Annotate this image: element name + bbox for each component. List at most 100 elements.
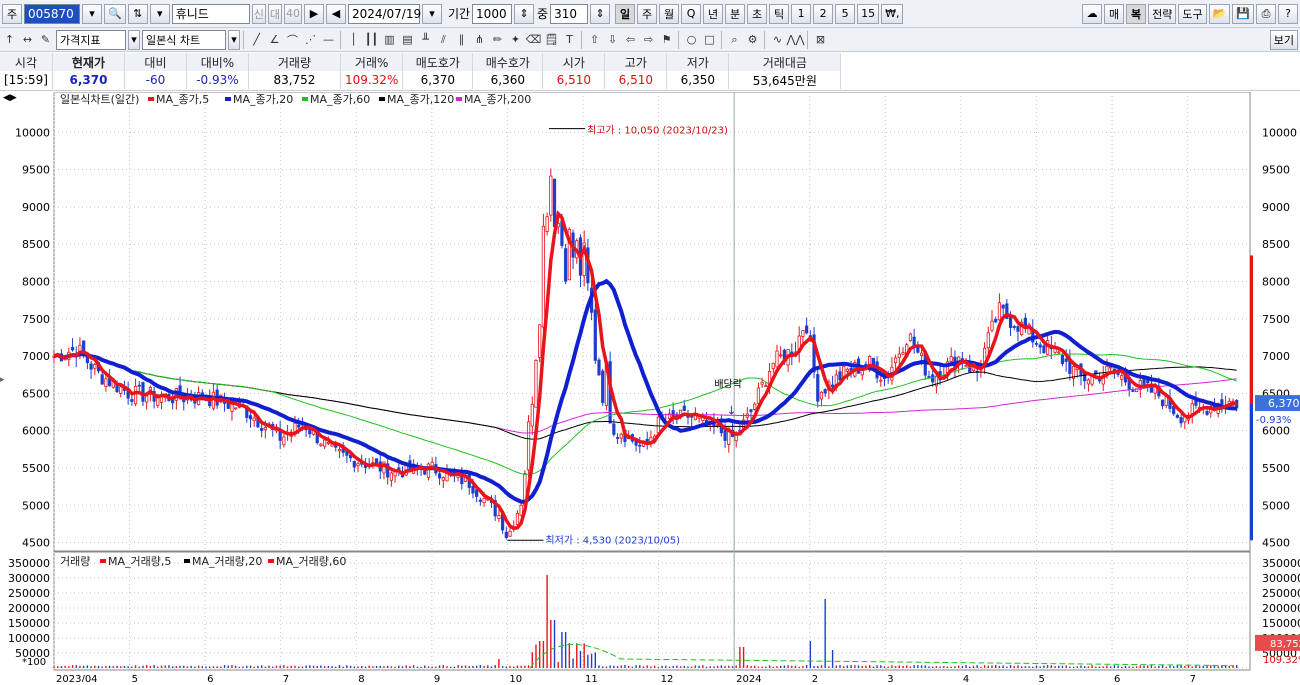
magic-icon[interactable]: ✦ — [507, 31, 524, 49]
date-input[interactable]: 2024/07/19 — [347, 3, 421, 24]
fibonacci-icon[interactable]: ▥ — [381, 31, 398, 49]
parallel-icon[interactable]: ∥ — [453, 31, 470, 49]
indicator-chevron-icon[interactable]: ▾ — [128, 29, 140, 50]
flag-icon[interactable]: ⚑ — [658, 31, 675, 49]
arc-icon[interactable]: ⌒ — [284, 31, 301, 49]
period-button-4[interactable]: 년 — [703, 3, 724, 24]
price-tick-label-right: 9000 — [1262, 201, 1290, 214]
x-axis-label: 12 — [661, 674, 674, 682]
fan-icon[interactable]: ⋰ — [302, 31, 319, 49]
quote-value-4: 83,752 — [248, 71, 341, 89]
cycle-lines-icon[interactable]: ╨ — [417, 31, 434, 49]
period-button-3[interactable]: Q — [681, 3, 702, 24]
market-button[interactable]: 주 — [2, 3, 22, 24]
period-button-7[interactable]: 틱 — [769, 3, 790, 24]
arrow-right-box-icon[interactable]: ⇨ — [640, 31, 657, 49]
save-icon[interactable]: 💾 — [1232, 3, 1254, 24]
vertical-line-icon[interactable]: │ — [345, 31, 362, 49]
arrow-down-box-icon[interactable]: ⇩ — [604, 31, 621, 49]
period-button-5[interactable]: 분 — [725, 3, 746, 24]
period-button-8[interactable]: 1 — [791, 3, 812, 24]
volume-tick-label-left: 250000 — [8, 587, 50, 600]
close-box-icon[interactable]: ⊠ — [812, 31, 829, 49]
chart-type-select[interactable]: 일본식 차트 — [142, 29, 226, 50]
stock-code-input[interactable]: 005870 — [24, 3, 80, 24]
chart-area[interactable]: ◀▶ ▸ 4500 4500 5000 5000 5500 5500 6000 6000 6500 6… — [0, 91, 1300, 685]
period-spinner-icon[interactable]: ⇕ — [514, 3, 535, 24]
range-bar-down — [1250, 403, 1253, 541]
arrow-up-box-icon[interactable]: ⇧ — [586, 31, 603, 49]
period-button-0[interactable]: 일 — [615, 3, 636, 24]
zoom-icon[interactable]: ⌕ — [726, 31, 743, 49]
circle-icon[interactable]: ○ — [683, 31, 700, 49]
tools-button[interactable]: 도구 — [1178, 3, 1207, 24]
price-tick-label-left: 6000 — [22, 425, 50, 438]
right-button-2[interactable]: 복 — [1126, 3, 1147, 24]
help-icon[interactable]: ? — [1278, 3, 1298, 24]
zigzag-icon[interactable]: ⋀⋀ — [786, 31, 804, 49]
code-dropdown-chevron-icon[interactable]: ▾ — [82, 3, 102, 24]
table-icon[interactable]: ▤ — [399, 31, 416, 49]
open-folder-icon[interactable]: 📂 — [1208, 3, 1231, 24]
rectangle-icon[interactable]: □ — [701, 31, 718, 49]
channel-icon[interactable]: ⫽ — [435, 31, 452, 49]
left-right-arrow-icon[interactable]: ↔ — [19, 31, 36, 49]
wave-icon[interactable]: ∿ — [769, 31, 786, 49]
indicator-select[interactable]: 가격지표 — [56, 29, 126, 50]
mid-input[interactable]: 310 — [550, 3, 589, 24]
trend-line-icon[interactable]: ╱ — [248, 31, 265, 49]
note-icon[interactable]: 🗒 — [543, 31, 560, 49]
angle-line-icon[interactable]: ∠ — [266, 31, 283, 49]
arrow-left-box-icon[interactable]: ⇦ — [622, 31, 639, 49]
x-axis-label: 7 — [283, 674, 289, 682]
mid-spinner-icon[interactable]: ⇕ — [590, 3, 611, 24]
next-icon[interactable]: ▶ — [303, 3, 324, 24]
sort-icon[interactable]: ⇅ — [127, 3, 148, 24]
period-button-6[interactable]: 초 — [747, 3, 768, 24]
text-icon[interactable]: T — [561, 31, 578, 49]
list-chevron-icon[interactable]: ▾ — [149, 3, 170, 24]
horizontal-line-icon[interactable]: — — [320, 31, 337, 49]
quote-value-7: 6,360 — [472, 71, 544, 89]
period-button-10[interactable]: 5 — [835, 3, 856, 24]
period-button-1[interactable]: 주 — [637, 3, 658, 24]
search-icon[interactable]: 🔍 — [104, 3, 126, 24]
x-axis-label: 2 — [812, 674, 818, 682]
candle-body — [530, 403, 534, 427]
candle-body — [1057, 351, 1061, 354]
view-button[interactable]: 보기 — [1269, 29, 1298, 50]
stock-chart[interactable]: ◀▶ ▸ 4500 4500 5000 5000 5500 5500 6000 6000 6500 6… — [0, 91, 1300, 685]
candle-body — [597, 359, 601, 376]
period-input[interactable]: 1000 — [472, 3, 513, 24]
strategy-button[interactable]: 전략 — [1148, 3, 1177, 24]
right-button-1[interactable]: 매 — [1104, 3, 1125, 24]
candle-body — [771, 362, 775, 369]
period-button-2[interactable]: 월 — [659, 3, 680, 24]
separator — [581, 30, 582, 49]
stock-name-field[interactable]: 휴니드 — [171, 3, 250, 24]
chart-type-chevron-icon[interactable]: ▾ — [228, 29, 240, 50]
price-tick-label-right: 7500 — [1262, 313, 1290, 326]
quote-header-8: 시가 — [542, 53, 606, 71]
up-arrow-icon[interactable]: ↑ — [1, 31, 18, 49]
quote-value-row: [15:59] 6,370 -60 -0.93% 83,752 109.32% 6,370 6… — [0, 71, 842, 89]
cloud-icon[interactable]: ☁ — [1082, 3, 1103, 24]
settings-icon[interactable]: ⚙ — [744, 31, 761, 49]
legend-swatch — [302, 97, 308, 101]
edit-icon[interactable]: ✎ — [37, 31, 54, 49]
prev-icon[interactable]: ◀ — [325, 3, 346, 24]
print-icon[interactable]: ⎙ — [1256, 3, 1276, 24]
calendar-chevron-icon[interactable]: ▾ — [421, 3, 442, 24]
candle-body — [1001, 304, 1005, 309]
period-buttons: 일 주 월 Q 년 분 초 틱 1 2 5 15 ₩, — [613, 3, 904, 24]
candle-body — [816, 374, 820, 402]
price-tick-label-right: 8500 — [1262, 238, 1290, 251]
quote-value-10: 6,350 — [666, 71, 730, 89]
pitchfork-icon[interactable]: ⋔ — [471, 31, 488, 49]
period-button-11[interactable]: 15 — [857, 3, 880, 24]
period-button-9[interactable]: 2 — [813, 3, 834, 24]
period-button-12[interactable]: ₩, — [881, 3, 904, 24]
pencil-icon[interactable]: ✏ — [489, 31, 506, 49]
grid-lines-icon[interactable]: ┃┃ — [363, 31, 380, 49]
eraser-icon[interactable]: ⌫ — [525, 31, 542, 49]
